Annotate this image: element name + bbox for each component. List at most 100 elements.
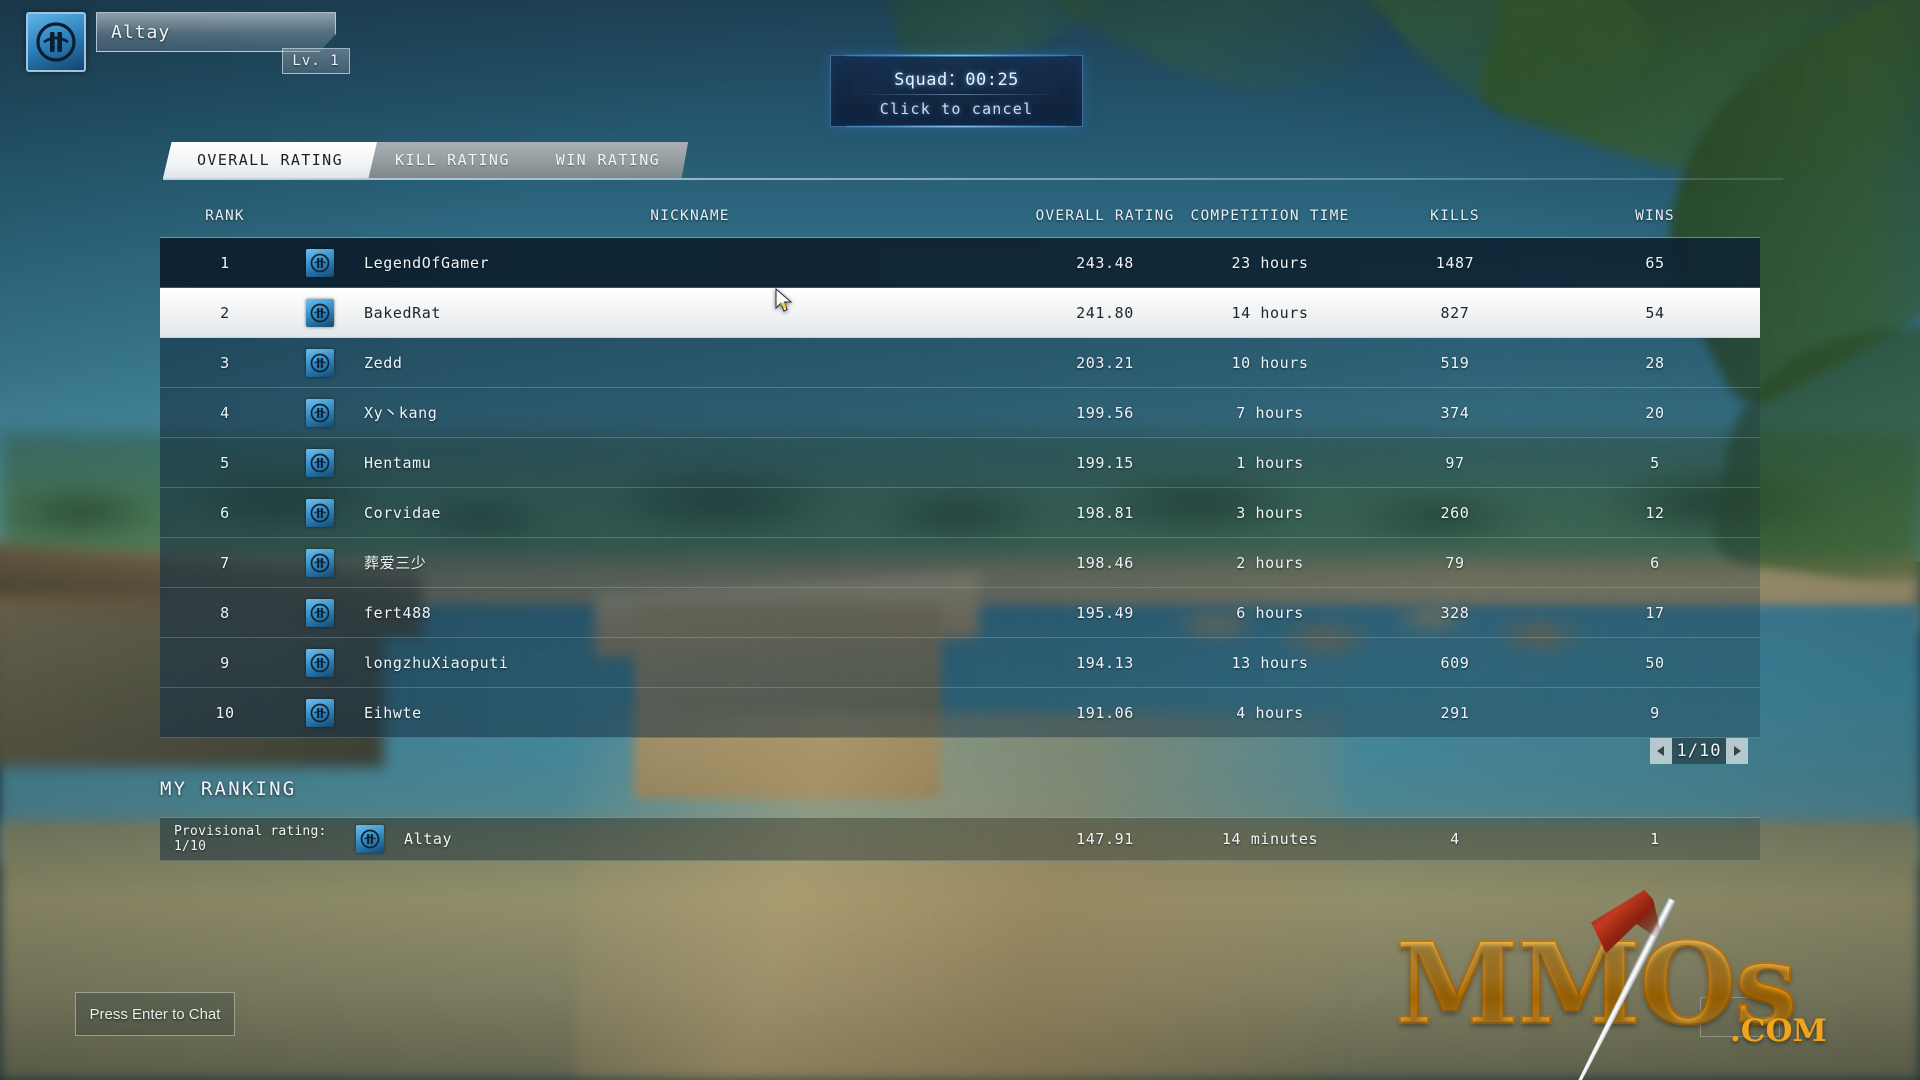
my-ranking-row[interactable]: Provisional rating: 1/10 Altay 147.91 14… <box>160 817 1760 861</box>
chevron-left-icon <box>1657 746 1664 756</box>
table-row[interactable]: 4 Xy丶kang 199.56 7 hours 374 20 <box>160 388 1760 438</box>
guild-emblem-icon <box>356 825 384 853</box>
game-screen: Altay Lv. 1 Squad：00:25 Click to cancel … <box>0 0 1920 1080</box>
cell-time: 3 hours <box>1236 503 1304 522</box>
table-row[interactable]: 9 longzhuXiaoputi 194.13 13 hours 609 50 <box>160 638 1760 688</box>
cell-wins: 20 <box>1645 403 1665 422</box>
table-row[interactable]: 6 Corvidae 198.81 3 hours 260 12 <box>160 488 1760 538</box>
cell-rank: 8 <box>220 603 230 622</box>
cell-rank: 6 <box>220 503 230 522</box>
pagination-prev-button[interactable] <box>1650 738 1672 764</box>
cell-kills: 374 <box>1440 403 1470 422</box>
guild-emblem-icon <box>310 553 330 572</box>
cell-kills: 609 <box>1440 653 1470 672</box>
column-header-wins: WINS <box>1635 208 1675 224</box>
cell-time: 10 hours <box>1231 353 1309 372</box>
cell-wins: 17 <box>1645 603 1665 622</box>
cell-time: 2 hours <box>1236 553 1304 572</box>
cell-kills: 519 <box>1440 353 1470 372</box>
cell-rating: 191.06 <box>1076 703 1134 722</box>
cell-rating: 195.49 <box>1076 603 1134 622</box>
cell-nickname: Zedd <box>364 353 403 372</box>
corner-button[interactable] <box>1700 997 1780 1037</box>
table-row[interactable]: 10 Eihwte 191.06 4 hours 291 9 <box>160 688 1760 738</box>
guild-emblem-icon <box>310 353 330 372</box>
cell-rating: 243.48 <box>1076 253 1134 272</box>
column-header-overall-rating: OVERALL RATING <box>1035 208 1175 224</box>
player-name-plate: Altay <box>96 12 336 52</box>
cell-rank: 10 <box>215 703 235 722</box>
cell-avatar <box>290 448 350 477</box>
press-enter-to-chat-button[interactable]: Press Enter to Chat <box>75 992 235 1036</box>
cell-rating: 199.15 <box>1076 453 1134 472</box>
column-header-competition-time: COMPETITION TIME <box>1190 208 1350 224</box>
cell-time: 7 hours <box>1236 403 1304 422</box>
my-ranking-title: MY RANKING <box>160 778 297 800</box>
squad-cancel-hint: Click to cancel <box>879 99 1034 118</box>
my-ranking-avatar <box>350 825 390 853</box>
cell-avatar <box>290 248 350 277</box>
column-header-kills: KILLS <box>1430 208 1480 224</box>
cell-rating: 198.81 <box>1076 503 1134 522</box>
squad-timer-text: Squad：00:25 <box>894 69 1019 90</box>
my-ranking-provisional: Provisional rating: 1/10 <box>174 824 327 854</box>
my-ranking-nickname: Altay <box>404 830 453 848</box>
table-row[interactable]: 1 LegendOfGamer 243.48 23 hours 1487 65 <box>160 238 1760 288</box>
cell-kills: 260 <box>1440 503 1470 522</box>
cell-kills: 79 <box>1445 553 1465 572</box>
cell-kills: 328 <box>1440 603 1470 622</box>
player-level-badge: Lv. 1 <box>282 48 350 74</box>
guild-emblem-icon <box>36 22 76 62</box>
pagination-next-button[interactable] <box>1726 738 1748 764</box>
cell-wins: 54 <box>1645 303 1665 322</box>
tab-win-rating[interactable]: WIN RATING <box>527 142 689 178</box>
column-header-nickname: NICKNAME <box>650 208 730 224</box>
cell-kills: 1487 <box>1435 253 1475 272</box>
cell-avatar <box>290 398 350 427</box>
cell-avatar <box>290 648 350 677</box>
tabs-underline <box>163 178 1783 180</box>
guild-emblem-icon <box>310 453 330 472</box>
cell-kills: 827 <box>1440 303 1470 322</box>
tab-overall-rating[interactable]: OVERALL RATING <box>163 142 378 178</box>
guild-emblem-icon <box>310 603 330 622</box>
cell-wins: 65 <box>1645 253 1665 272</box>
cell-rank: 9 <box>220 653 230 672</box>
squad-queue-timer[interactable]: Squad：00:25 Click to cancel <box>830 54 1083 128</box>
cell-rating: 194.13 <box>1076 653 1134 672</box>
cell-rating: 203.21 <box>1076 353 1134 372</box>
cell-avatar <box>290 548 350 577</box>
table-row[interactable]: 5 Hentamu 199.15 1 hours 97 5 <box>160 438 1760 488</box>
table-row[interactable]: 3 Zedd 203.21 10 hours 519 28 <box>160 338 1760 388</box>
guild-emblem-icon <box>310 303 330 322</box>
cell-nickname: Eihwte <box>364 703 422 722</box>
cell-rating: 241.80 <box>1076 303 1134 322</box>
cell-rating: 198.46 <box>1076 553 1134 572</box>
leaderboard: RANK NICKNAME OVERALL RATING COMPETITION… <box>160 195 1760 738</box>
cell-rank: 2 <box>220 303 230 322</box>
table-row[interactable]: 7 葬爱三少 198.46 2 hours 79 6 <box>160 538 1760 588</box>
cell-nickname: LegendOfGamer <box>364 253 490 272</box>
player-badge[interactable]: Altay Lv. 1 <box>26 12 350 74</box>
player-info: Altay Lv. 1 <box>96 12 350 74</box>
cell-nickname: fert488 <box>364 603 432 622</box>
cell-nickname: longzhuXiaoputi <box>364 653 509 672</box>
tab-kill-rating[interactable]: KILL RATING <box>367 142 538 178</box>
cell-time: 23 hours <box>1231 253 1309 272</box>
cell-wins: 9 <box>1650 703 1660 722</box>
table-row[interactable]: 2 BakedRat 241.80 14 hours 827 54 <box>160 288 1760 338</box>
cell-nickname: Xy丶kang <box>364 404 438 422</box>
leaderboard-rows: 1 LegendOfGamer 243.48 23 hours 1487 65 2 Baked… <box>160 237 1760 738</box>
cell-nickname: 葬爱三少 <box>364 554 427 572</box>
cell-avatar <box>290 498 350 527</box>
cell-nickname: BakedRat <box>364 303 442 322</box>
guild-emblem-icon <box>310 403 330 422</box>
my-ranking-wins: 1 <box>1650 830 1660 848</box>
cell-time: 1 hours <box>1236 453 1304 472</box>
player-avatar[interactable] <box>26 12 86 72</box>
my-ranking-kills: 4 <box>1450 830 1460 848</box>
table-row[interactable]: 8 fert488 195.49 6 hours 328 17 <box>160 588 1760 638</box>
cell-rank: 1 <box>220 253 230 272</box>
cell-time: 13 hours <box>1231 653 1309 672</box>
pagination-page-label: 1/10 <box>1672 738 1726 764</box>
